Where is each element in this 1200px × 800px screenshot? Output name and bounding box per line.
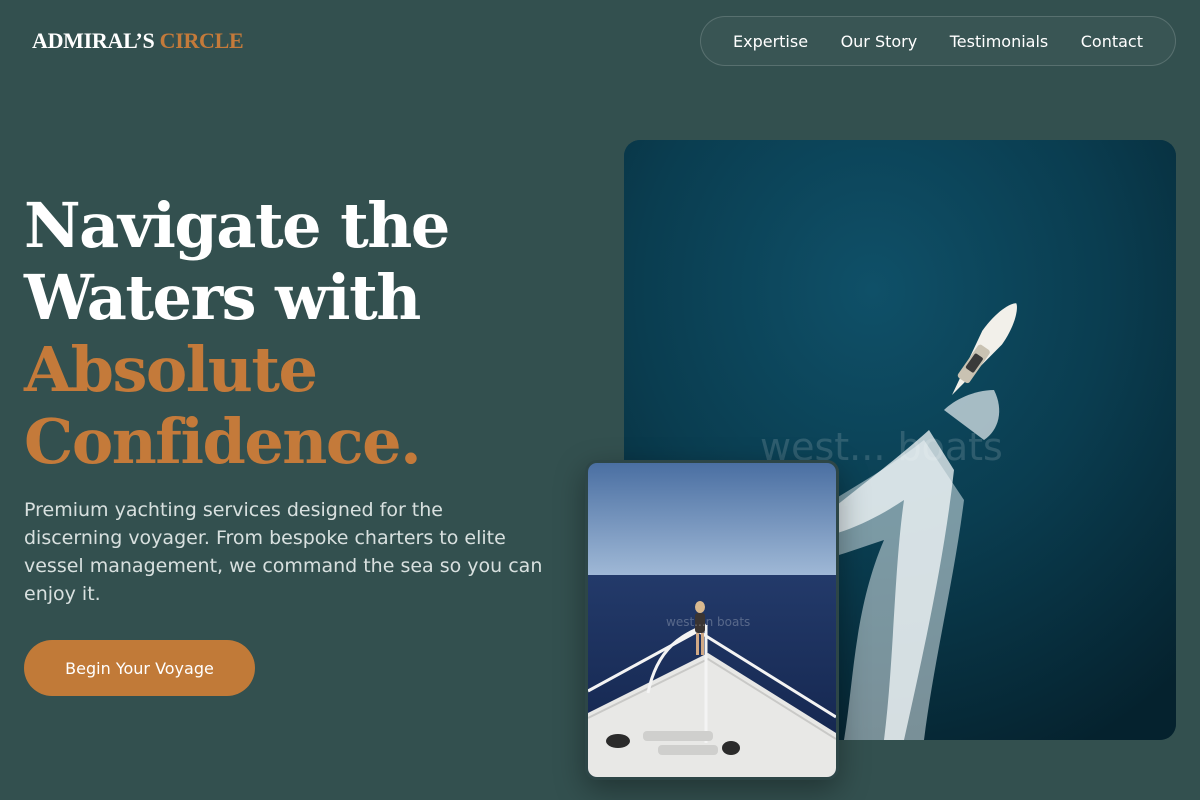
- nav-link-contact[interactable]: Contact: [1081, 32, 1143, 51]
- hero-inset-image: west...n boats: [585, 460, 839, 780]
- begin-voyage-button[interactable]: Begin Your Voyage: [24, 640, 255, 696]
- brand-name-accent: CIRCLE: [159, 28, 244, 53]
- headline-line-1: Navigate the: [24, 189, 450, 262]
- inset-image-watermark: west...n boats: [666, 615, 750, 629]
- nav-link-expertise[interactable]: Expertise: [733, 32, 808, 51]
- hero-headline: Navigate the Waters with Absolute Confid…: [24, 189, 450, 478]
- nav-link-testimonials[interactable]: Testimonials: [950, 32, 1049, 51]
- hero-subtext: Premium yachting services designed for t…: [24, 499, 543, 605]
- headline-accent-line-1: Absolute: [24, 333, 318, 406]
- brand-logo[interactable]: ADMIRAL’S CIRCLE: [32, 28, 244, 54]
- headline-line-2: Waters with: [24, 261, 421, 334]
- nav-link-our-story[interactable]: Our Story: [841, 32, 918, 51]
- yacht-bow-photo: west...n boats: [588, 463, 836, 777]
- brand-name-primary: ADMIRAL’S: [32, 28, 155, 53]
- main-nav: Expertise Our Story Testimonials Contact: [700, 16, 1176, 66]
- headline-accent-line-2: Confidence.: [24, 405, 422, 478]
